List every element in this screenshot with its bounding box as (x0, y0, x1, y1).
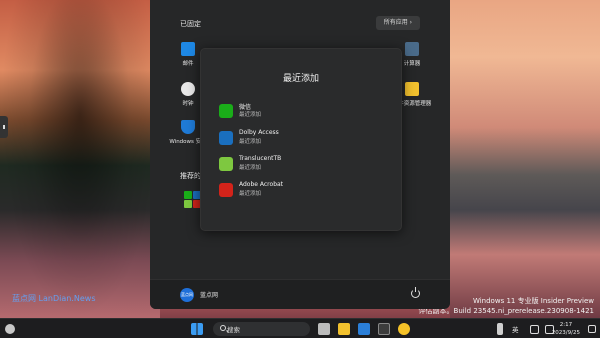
pinned-section-title: 已固定 (180, 20, 201, 28)
wallpaper-right (450, 0, 600, 318)
all-apps-button[interactable]: 所有应用 › (375, 16, 420, 30)
app-name: TranslucentTB (239, 155, 282, 162)
mail-icon (181, 42, 195, 56)
notification-icon[interactable] (588, 325, 596, 333)
wechat-icon[interactable] (184, 191, 192, 199)
clock-date: 2023/9/25 (551, 330, 580, 336)
network-icon[interactable] (530, 325, 539, 334)
canary-browser-icon[interactable] (398, 323, 410, 335)
watermark: 蓝点网 LanDian.News (12, 294, 96, 303)
microsoft-store-icon[interactable] (358, 323, 370, 335)
power-icon[interactable] (411, 287, 420, 298)
start-button[interactable] (191, 323, 203, 335)
dolby-icon (219, 131, 233, 145)
recent-app-adobe-acrobat[interactable]: Adobe Acrobat 最近添加 (216, 180, 388, 202)
start-footer: 蓝点网 蓝点网 (150, 279, 450, 309)
app-subtitle: 最近添加 (239, 139, 262, 145)
avatar[interactable]: 蓝点网 (180, 288, 194, 302)
clock[interactable]: 2:17 2023/9/25 (552, 321, 580, 337)
recent-app-wechat[interactable]: 微信 最近添加 (216, 101, 388, 123)
acrobat-icon (219, 183, 233, 197)
search-icon (220, 325, 226, 331)
task-view-icon[interactable] (318, 323, 330, 335)
wallpaper-left (0, 0, 160, 318)
shield-icon (181, 120, 195, 134)
translucenttb-icon[interactable] (184, 200, 192, 208)
clock-time: 2:17 (559, 322, 573, 328)
ime-indicator[interactable]: 英 (512, 324, 519, 334)
app-subtitle: 最近添加 (239, 191, 262, 197)
app-name: Dolby Access (239, 129, 279, 136)
recent-app-translucenttb[interactable]: TranslucentTB 最近添加 (216, 154, 388, 176)
taskbar: 搜索 英 2:17 2023/9/25 (0, 318, 600, 338)
widgets-edge-handle[interactable] (0, 116, 8, 138)
search-placeholder: 搜索 (227, 326, 240, 334)
terminal-icon[interactable] (378, 323, 390, 335)
weather-widget-icon[interactable] (5, 324, 15, 334)
app-subtitle: 最近添加 (239, 112, 262, 118)
recent-app-dolby-access[interactable]: Dolby Access 最近添加 (216, 128, 388, 150)
app-subtitle: 最近添加 (239, 165, 262, 171)
search-box[interactable]: 搜索 (213, 322, 310, 336)
folder-icon (405, 82, 419, 96)
tray-usb-icon[interactable] (497, 323, 503, 335)
wechat-icon (219, 104, 233, 118)
file-explorer-icon[interactable] (338, 323, 350, 335)
app-name: Adobe Acrobat (239, 181, 284, 188)
recently-added-popup: 最近添加 微信 最近添加 Dolby Access 最近添加 Transluce… (200, 48, 402, 231)
clock-icon (181, 82, 195, 96)
user-name[interactable]: 蓝点网 (200, 290, 218, 299)
popup-title: 最近添加 (282, 74, 319, 84)
recommended-section-title: 推荐的 (180, 172, 201, 180)
translucenttb-icon (219, 157, 233, 171)
calculator-icon (405, 42, 419, 56)
